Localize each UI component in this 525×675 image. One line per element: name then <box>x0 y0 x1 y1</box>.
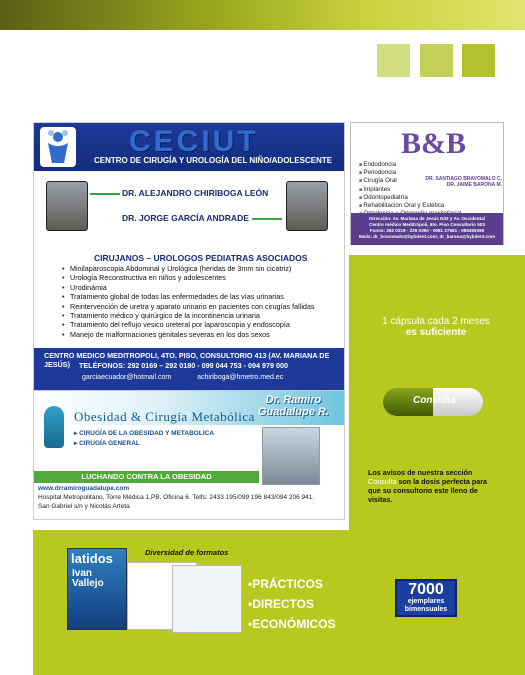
ramiro-ad: Dr. Ramiro Guadalupe R. Obesidad & Cirug… <box>33 390 345 520</box>
ceciut-ad: CECIUT CENTRO DE CIRUGÍA Y UROLOGÍA DEL … <box>33 122 345 390</box>
cover-name-line: Vallejo <box>72 578 104 589</box>
capsule-label: Consulta <box>413 395 456 406</box>
doctor2-name: DR. JORGE GARCÍA ANDRADE <box>122 213 249 223</box>
list-item: Tratamiento del reflujo vesico ureteral … <box>62 320 342 330</box>
benefit-item: •ECONÓMICOS <box>248 617 336 631</box>
footer-emails: garciaecuador@hotmail.com achiriboga@hme… <box>82 374 283 381</box>
services-list: Minilaparoscopia Abdominal y Urológica (… <box>62 264 342 340</box>
doctor2-photo <box>286 181 328 231</box>
magazine-cover-name: Ivan Vallejo <box>72 569 104 589</box>
footer-phones: TELÉFONOS: 292 0169 – 292 0180 - 099 044… <box>79 361 288 370</box>
section-title: CIRUJANOS – UROLOGOS PEDIATRAS ASOCIADOS <box>94 253 308 263</box>
ramiro-name: Dr. Ramiro Guadalupe R. <box>258 394 329 418</box>
bullet-item: ▸ CIRUGÍA DE LA OBESIDAD Y METABOLICA <box>74 430 215 437</box>
bb-footer-line: Mails: dr_bravomalo@bybdent.com; dr_baro… <box>358 234 496 239</box>
magazine-spread-2 <box>172 565 242 633</box>
circulation-badge: 7000 ejemplares bimensuales <box>395 579 457 617</box>
ceciut-footer: CENTRO MEDICO MEDITROPOLI, 4TO. PISO, CO… <box>34 348 344 390</box>
decor-square-3 <box>462 44 495 77</box>
connector-line <box>90 193 120 195</box>
slogan-text: LUCHANDO CONTRA LA OBESIDAD <box>81 472 212 481</box>
bb-ad: B&B Endodoncia Periodoncia Cirugía Oral … <box>350 122 504 245</box>
list-item: Tratamiento médico y quirúrgico de la in… <box>62 311 342 321</box>
promo-headline: 1 cápsula cada 2 meses es suficiente <box>352 316 520 338</box>
list-item: Urodinámia <box>62 283 342 293</box>
promo-text: Los avisos de nuestra sección Consulta s… <box>368 468 500 504</box>
bb-footer: Dirección: Av. Mariana de Jesús N32 y Av… <box>351 213 503 245</box>
body-silhouette-icon <box>44 406 64 448</box>
benefit-item: •DIRECTOS <box>248 597 314 611</box>
email-link[interactable]: garciaecuador@hotmail.com <box>82 374 171 381</box>
ceciut-subtitle: CENTRO DE CIRUGÍA Y UROLOGÍA DEL NIÑO/AD… <box>94 156 333 165</box>
ramiro-address: Hospital Metropolitano, Torre Médica 1,P… <box>38 494 315 501</box>
top-banner-stripe <box>0 0 525 30</box>
promo-line2: es suficiente <box>405 327 467 338</box>
formats-caption: Diversidad de formatos <box>145 548 229 557</box>
list-item: Manejo de malformaciones genitales sever… <box>62 330 342 340</box>
list-item: Reintervención de uretra y aparato urina… <box>62 302 342 312</box>
bullet-item: ▸ CIRUGÍA GENERAL <box>74 440 140 447</box>
ramiro-slogan-band: LUCHANDO CONTRA LA OBESIDAD <box>34 471 259 483</box>
bb-name: DR. JAIME BARONA M. <box>446 182 502 188</box>
ramiro-address: San Gabriel s/n y Nicolás Arteta <box>38 503 130 510</box>
badge-line: bimensuales <box>404 606 448 613</box>
badge-number: 7000 <box>408 581 444 598</box>
bb-services-list: Endodoncia Periodoncia Cirugía Oral Impl… <box>359 161 461 218</box>
benefits-list: •PRÁCTICOS •DIRECTOS •ECONÓMICOS <box>248 574 336 634</box>
promo-text-a: Los avisos de nuestra sección <box>368 468 473 477</box>
list-item: Odontopediatría <box>359 194 461 202</box>
ceciut-logo-icon <box>40 127 76 167</box>
list-item: Rehabilitación Oral y Estética <box>359 202 461 210</box>
bullet-text: CIRUGÍA DE LA OBESIDAD Y METABOLICA <box>79 430 215 437</box>
promo-line1: 1 cápsula cada 2 meses <box>382 316 490 327</box>
decor-square-1 <box>377 44 410 77</box>
doctor1-name: DR. ALEJANDRO CHIRIBOGA LEÓN <box>122 188 269 198</box>
connector-line <box>252 218 282 220</box>
ramiro-bullets: ▸ CIRUGÍA DE LA OBESIDAD Y METABOLICA ▸ … <box>74 429 214 447</box>
ramiro-photo <box>262 427 320 485</box>
decor-square-2 <box>420 44 453 77</box>
promo-text-highlight: Consulta <box>368 477 397 486</box>
doctor1-photo <box>46 181 88 231</box>
benefit-item: •PRÁCTICOS <box>248 577 323 591</box>
magazine-title: latidos <box>71 551 113 566</box>
list-item: Minilaparoscopia Abdominal y Urológica (… <box>62 264 342 274</box>
bb-doctor-names: DR. SANTIAGO BRAVOMALO C. DR. JAIME BARO… <box>416 176 502 188</box>
badge-line: ejemplares <box>407 598 445 605</box>
capsule-graphic: Consulta <box>383 388 483 416</box>
list-item: Tratamiento global de todas las enfermed… <box>62 292 342 302</box>
ceciut-title: CECIUT <box>129 125 259 158</box>
email-link[interactable]: achiriboga@hmetro.med.ec <box>197 374 283 381</box>
ceciut-header: CECIUT CENTRO DE CIRUGÍA Y UROLOGÍA DEL … <box>34 123 344 171</box>
name-line: Dr. Ramiro <box>265 394 322 406</box>
list-item: Endodoncia <box>359 161 461 169</box>
list-item: Urología Reconstructiva en niños y adole… <box>62 273 342 283</box>
name-line: Guadalupe R. <box>258 406 329 418</box>
ramiro-website[interactable]: www.drramiroguadalupe.com <box>38 485 129 492</box>
bb-logo: B&B <box>401 127 467 160</box>
bullet-text: CIRUGÍA GENERAL <box>79 440 140 447</box>
latidos-magazine-cover: latidos Ivan Vallejo <box>67 548 127 630</box>
ramiro-brand: Obesidad & Cirugía Metabólica <box>74 409 255 424</box>
